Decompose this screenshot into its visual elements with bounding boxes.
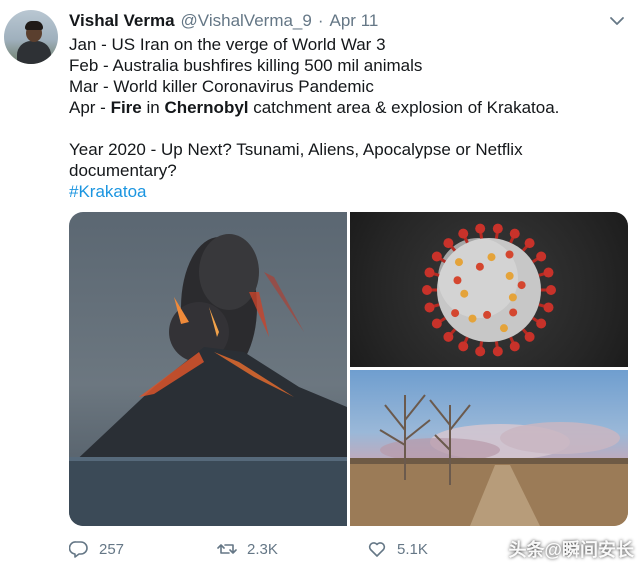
retweet-button[interactable]: 2.3K xyxy=(217,536,278,562)
virus-spike-tip xyxy=(443,238,454,249)
header-separator: · xyxy=(317,11,324,30)
bushfire-image[interactable] xyxy=(350,370,628,526)
apr-prefix: Apr - xyxy=(69,98,111,117)
tweet-body: Jan - US Iran on the verge of World War … xyxy=(69,34,629,202)
virus-surface-protein xyxy=(453,276,462,285)
virus-surface-protein xyxy=(517,281,526,290)
virus-spike-tip xyxy=(424,302,435,313)
virus-spike-tip xyxy=(475,346,486,357)
virus-spike-tip xyxy=(509,228,520,239)
virus-surface-protein xyxy=(483,310,492,319)
tweet-line-year: Year 2020 - Up Next? Tsunami, Aliens, Ap… xyxy=(69,140,523,180)
virus-surface-protein xyxy=(509,308,518,317)
virus-spike-tip xyxy=(543,302,554,313)
author-name[interactable]: Vishal Verma xyxy=(69,11,175,30)
virus-surface-protein xyxy=(505,250,514,259)
virus-spike-tip xyxy=(524,238,535,249)
media-grid xyxy=(69,212,628,526)
avatar-body xyxy=(17,41,51,64)
chevron-down-icon[interactable] xyxy=(608,12,626,30)
virus-surface-protein xyxy=(499,324,508,333)
retweet-icon xyxy=(217,544,237,554)
watermark-text: 头条@瞬间安长 xyxy=(508,540,634,560)
author-avatar[interactable] xyxy=(4,10,58,64)
virus-surface-protein xyxy=(468,314,477,323)
virus-surface-protein xyxy=(487,253,496,262)
retweet-count: 2.3K xyxy=(247,540,278,558)
tweet-header: Vishal Verma @VishalVerma_9 · Apr 11 xyxy=(69,10,600,32)
virus-spike-tip xyxy=(492,346,503,357)
avatar-hair xyxy=(25,21,43,30)
like-count: 5.1K xyxy=(397,540,428,558)
virus-spike-tip xyxy=(431,251,442,262)
reply-button[interactable]: 257 xyxy=(69,536,124,562)
tweet-line-feb: Feb - Australia bushfires killing 500 mi… xyxy=(69,56,423,75)
author-handle[interactable]: @VishalVerma_9 xyxy=(181,11,312,30)
virus-surface-protein xyxy=(460,289,469,298)
virus-spike-tip xyxy=(492,223,503,234)
virus-spike-tip xyxy=(431,318,442,329)
virus-surface-protein xyxy=(508,293,517,302)
like-button[interactable]: 5.1K xyxy=(367,536,428,562)
virus-spike-tip xyxy=(424,267,435,278)
reply-count: 257 xyxy=(99,540,125,558)
virus-spike-tip xyxy=(475,223,486,234)
tweet-line-jan: Jan - US Iran on the verge of World War … xyxy=(69,35,386,54)
apr-mid: in xyxy=(141,98,165,117)
heart-icon xyxy=(368,542,386,557)
virus-spike-tip xyxy=(443,331,454,342)
apr-fire: Fire xyxy=(110,98,142,117)
virus-spike-tip xyxy=(543,267,554,278)
virus-surface-protein xyxy=(505,271,514,280)
tweet-line-apr: Apr - Fire in Chernobyl catchment area &… xyxy=(69,97,629,118)
reply-icon xyxy=(69,541,88,558)
hashtag-link[interactable]: #Krakatoa xyxy=(69,181,629,202)
virus-spike-tip xyxy=(546,285,556,295)
virus-spike-tip xyxy=(524,331,535,342)
virus-spike-tip xyxy=(536,251,547,262)
virus-spike-tip xyxy=(458,228,469,239)
volcano-image[interactable] xyxy=(69,212,347,526)
virus-spike-tip xyxy=(509,341,520,352)
coronavirus-image[interactable] xyxy=(350,212,628,367)
virus-surface-protein xyxy=(454,258,463,267)
virus-spike-tip xyxy=(458,341,469,352)
tweet-date[interactable]: Apr 11 xyxy=(330,11,379,30)
virus-spike-tip xyxy=(536,318,547,329)
virus-spike-tip xyxy=(422,285,432,295)
tweet-line-mar: Mar - World killer Coronavirus Pandemic xyxy=(69,77,374,96)
apr-suffix: catchment area & explosion of Krakatoa. xyxy=(248,98,560,117)
virus-surface-protein xyxy=(451,309,460,318)
virus-surface-protein xyxy=(475,262,484,271)
apr-chernobyl: Chernobyl xyxy=(164,98,249,117)
